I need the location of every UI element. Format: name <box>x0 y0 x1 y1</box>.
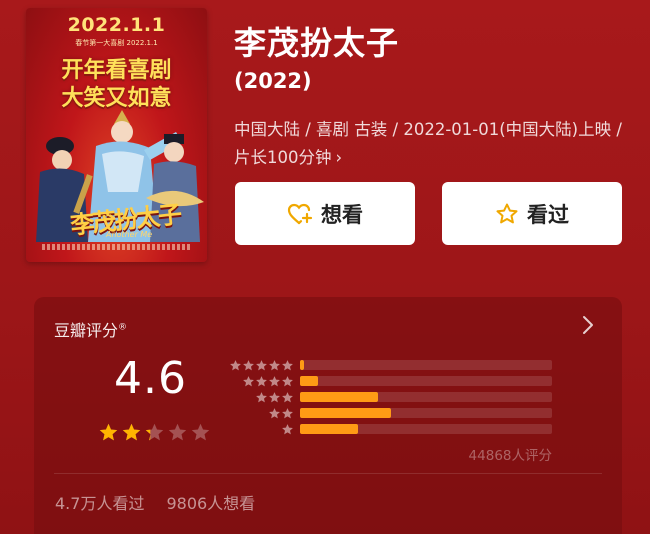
registered-mark: ® <box>118 322 128 333</box>
movie-poster[interactable]: 2022.1.1 春节第一大喜剧 2022.1.1 开年看喜剧 大笑又如意 李茂… <box>26 8 207 262</box>
rating-row-2-star <box>224 405 552 421</box>
heart-plus-icon <box>287 203 313 224</box>
rating-bar-track <box>300 376 552 386</box>
row-stars <box>224 391 294 404</box>
rating-bar-fill <box>300 360 304 370</box>
small-star-icon <box>282 375 293 386</box>
want-to-watch-label: 想看 <box>321 202 363 227</box>
score-star-icon <box>191 423 210 441</box>
chevron-right-icon: › <box>335 148 343 167</box>
movie-title: 李茂扮太子 <box>234 24 400 62</box>
movie-year: (2022) <box>234 69 312 93</box>
rating-bar-fill <box>300 376 318 386</box>
divider <box>54 473 602 474</box>
rating-card: 豆瓣评分® 4.6 44868人评分 4.7万人看过 9806人想看 <box>34 297 622 534</box>
watched-label: 看过 <box>527 202 569 227</box>
small-star-icon <box>269 407 280 418</box>
score-star-icon <box>168 423 187 441</box>
small-star-icon <box>269 391 280 402</box>
rating-score: 4.6 <box>114 353 187 404</box>
want-to-watch-button[interactable]: 想看 <box>235 182 415 245</box>
rating-bar-fill <box>300 424 358 434</box>
movie-meta[interactable]: 中国大陆 / 喜剧 古装 / 2022-01-01(中国大陆)上映 / 片长10… <box>234 116 629 172</box>
poster-small-text: 春节第一大喜剧 2022.1.1 <box>75 39 158 47</box>
rating-distribution <box>224 357 552 437</box>
small-star-icon <box>256 391 267 402</box>
score-star-icon <box>122 423 141 441</box>
rating-bar-fill <box>300 392 379 402</box>
small-star-icon <box>269 359 280 370</box>
rating-row-1-star <box>224 421 552 437</box>
row-stars <box>224 423 294 436</box>
rating-bar-fill <box>300 408 391 418</box>
small-star-icon <box>243 359 254 370</box>
score-star-icon <box>145 423 164 441</box>
vote-count[interactable]: 44868人评分 <box>469 444 552 464</box>
small-star-icon <box>230 359 241 370</box>
want-count[interactable]: 9806人想看 <box>166 494 255 513</box>
rating-bar-track <box>300 424 552 434</box>
score-star-icon <box>99 423 118 441</box>
seen-count[interactable]: 4.7万人看过 <box>55 494 144 513</box>
rating-row-3-star <box>224 389 552 405</box>
rating-bar-track <box>300 392 552 402</box>
watched-button[interactable]: 看过 <box>442 182 622 245</box>
poster-credits <box>42 244 191 250</box>
small-star-icon <box>282 391 293 402</box>
score-stars <box>98 422 211 443</box>
rating-bar-track <box>300 360 552 370</box>
rating-row-4-star <box>224 373 552 389</box>
row-stars <box>224 375 294 388</box>
small-star-icon <box>256 375 267 386</box>
row-stars <box>224 359 294 372</box>
small-star-icon <box>282 359 293 370</box>
star-outline-icon <box>496 203 518 223</box>
small-star-icon <box>256 359 267 370</box>
small-star-icon <box>282 407 293 418</box>
small-star-icon <box>243 375 254 386</box>
rating-row-5-star <box>224 357 552 373</box>
poster-english-title: Another Me <box>106 230 153 239</box>
rating-bar-track <box>300 408 552 418</box>
poster-date: 2022.1.1 <box>67 14 166 36</box>
rating-label: 豆瓣评分® <box>54 321 128 340</box>
chevron-right-icon[interactable] <box>582 315 594 335</box>
small-star-icon <box>282 423 293 434</box>
row-stars <box>224 407 294 420</box>
small-star-icon <box>269 375 280 386</box>
audience-stats: 4.7万人看过 9806人想看 <box>55 490 255 514</box>
movie-meta-text: 中国大陆 / 喜剧 古装 / 2022-01-01(中国大陆)上映 / 片长10… <box>234 120 622 167</box>
